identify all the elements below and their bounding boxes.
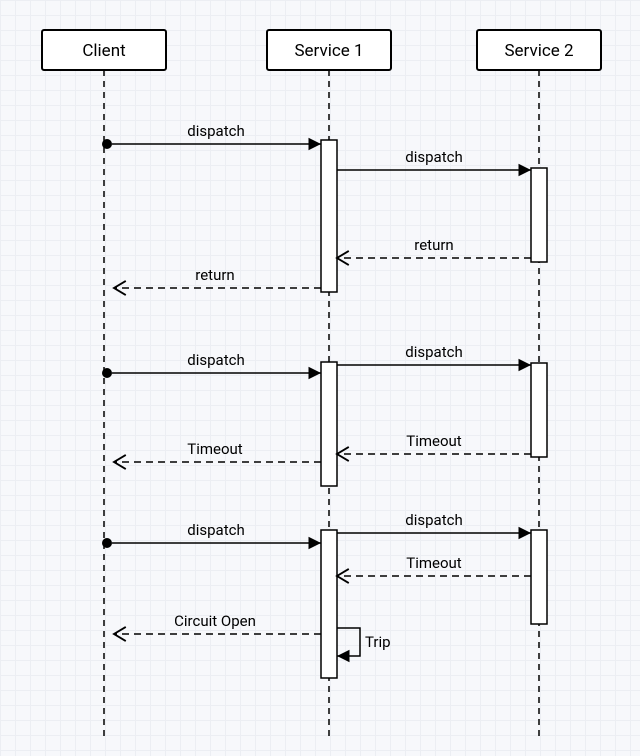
msg-dispatch-3a: dispatch	[112, 521, 321, 543]
svg-text:return: return	[414, 236, 453, 254]
activation-service1-1	[321, 140, 337, 292]
msg-return-1b: return	[337, 236, 531, 258]
actor-service2-label: Service 2	[504, 41, 573, 61]
activation-client-1	[102, 139, 112, 149]
svg-text:Timeout: Timeout	[187, 440, 243, 458]
msg-circuit-open: Circuit Open	[114, 612, 321, 634]
msg-trip: Trip	[337, 628, 391, 656]
actor-client-label: Client	[82, 41, 125, 61]
msg-dispatch-1b: dispatch	[337, 148, 531, 170]
msg-dispatch-2a: dispatch	[112, 351, 321, 373]
svg-text:dispatch: dispatch	[187, 122, 244, 140]
msg-dispatch-2b: dispatch	[337, 343, 531, 365]
msg-timeout-2a: Timeout	[114, 440, 321, 462]
svg-text:Timeout: Timeout	[406, 432, 462, 450]
svg-text:return: return	[195, 266, 234, 284]
activation-service1-3	[321, 530, 337, 678]
svg-text:dispatch: dispatch	[405, 343, 462, 361]
svg-text:dispatch: dispatch	[187, 351, 244, 369]
svg-text:dispatch: dispatch	[405, 511, 462, 529]
actor-service1-label: Service 1	[294, 41, 363, 61]
msg-timeout-2b: Timeout	[337, 432, 531, 454]
msg-timeout-3b: Timeout	[337, 554, 531, 576]
activation-service2-2	[531, 363, 547, 457]
svg-text:Timeout: Timeout	[406, 554, 462, 572]
msg-return-1a: return	[114, 266, 321, 288]
svg-text:dispatch: dispatch	[187, 521, 244, 539]
activation-service2-3	[531, 530, 547, 624]
activation-service2-1	[531, 168, 547, 262]
activation-client-2	[102, 368, 112, 378]
activation-client-3	[102, 538, 112, 548]
svg-text:Circuit Open: Circuit Open	[174, 612, 256, 630]
msg-dispatch-3b: dispatch	[337, 511, 531, 533]
activation-service1-2	[321, 362, 337, 486]
msg-dispatch-1a: dispatch	[112, 122, 321, 144]
svg-text:Trip: Trip	[365, 633, 391, 651]
svg-text:dispatch: dispatch	[405, 148, 462, 166]
